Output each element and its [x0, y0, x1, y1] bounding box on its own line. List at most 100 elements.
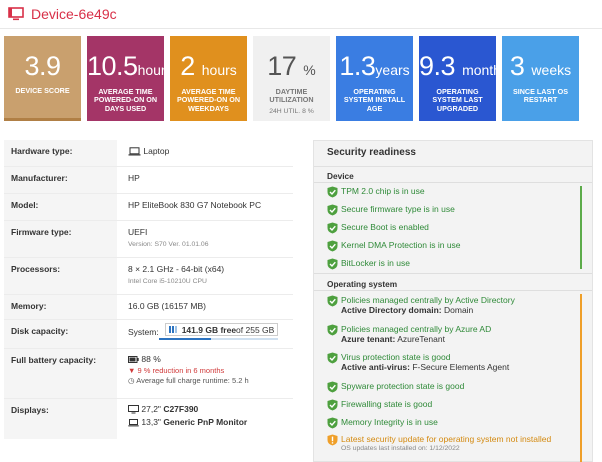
processor-model: Intel Core i5-10210U CPU: [128, 278, 207, 285]
tile-label: DEVICE SCORE: [15, 86, 70, 95]
list-item[interactable]: Spyware protection state is good: [314, 381, 576, 399]
tile-avg-time-weekdays[interactable]: 2 hours AVERAGE TIME POWERED-ON ON WEEKD…: [170, 36, 247, 121]
tile-os-last-upgraded[interactable]: 9.3 months OPERATING SYSTEM LAST UPGRADE…: [419, 36, 496, 121]
disk-fill: [158, 338, 212, 340]
table-row-displays: Displays: 27,2" C27F390 13,3" Generic Pn…: [4, 399, 293, 439]
page-title: Device-6e49c: [31, 6, 117, 22]
section-operating-system: Operating system: [327, 279, 398, 289]
score-bar: [4, 118, 81, 121]
list-item[interactable]: Firewalling state is good: [314, 399, 576, 417]
row-value: 16.0 GB (16157 MB): [128, 301, 206, 311]
row-label: Memory:: [4, 295, 117, 319]
device-checks: TPM 2.0 chip is in use Secure firmware t…: [314, 186, 576, 276]
disk-total: of 255 GB: [236, 324, 275, 335]
row-value: 8 × 2.1 GHz - 64-bit (x64): [128, 264, 225, 274]
tile-sublabel: 24H UTIL. 8 %: [269, 107, 314, 115]
tile-value: 3 weeks: [509, 51, 572, 81]
table-row-manufacturer: Manufacturer: HP: [4, 167, 293, 194]
battery-runtime: Average full charge runtime: 5.2 h: [136, 376, 249, 385]
display-2-size: 13,3": [141, 417, 161, 428]
table-row-processors: Processors: 8 × 2.1 GHz - 64-bit (x64) I…: [4, 258, 293, 295]
device-icon: [8, 7, 24, 21]
tile-device-score[interactable]: 3.9 DEVICE SCORE: [4, 36, 81, 121]
tile-value: 9.3 months: [419, 51, 496, 81]
os-checks: Policies managed centrally by Active Dir…: [314, 295, 576, 460]
row-value: Laptop: [143, 146, 170, 156]
battery-icon: [128, 356, 139, 364]
tile-value: 2 hours: [180, 51, 237, 81]
row-label: Manufacturer:: [4, 167, 117, 193]
list-item[interactable]: Policies managed centrally by Active Dir…: [314, 295, 576, 324]
disk-usage-bar[interactable]: 141.9 GB free of 255 GB: [158, 323, 279, 340]
hardware-table: Hardware type: Laptop Manufacturer: HP M…: [4, 140, 293, 439]
row-label: Firmware type:: [4, 221, 117, 257]
list-item[interactable]: Kernel DMA Protection is in use: [314, 240, 576, 258]
header-divider: [0, 28, 602, 29]
clock-icon: ◷: [128, 376, 135, 385]
disk-prefix: System:: [128, 326, 159, 337]
disk-fill-track: [158, 338, 279, 340]
tile-since-last-restart[interactable]: 3 weeks SINCE LAST OS RESTART: [502, 36, 579, 121]
check-shield-icon: [327, 381, 338, 393]
table-row-model: Model: HP EliteBook 830 G7 Notebook PC: [4, 194, 293, 221]
os-status-bar: [580, 294, 582, 462]
laptop-icon: [128, 419, 139, 427]
warning-shield-icon: [327, 434, 338, 446]
check-shield-icon: [327, 240, 338, 252]
trend-down-icon: ▼: [128, 366, 136, 375]
check-shield-icon: [327, 352, 338, 364]
check-shield-icon: [327, 295, 338, 307]
panel-title: Security readiness: [314, 141, 592, 167]
section-device: Device: [327, 171, 354, 181]
list-item[interactable]: Virus protection state is good Active an…: [314, 352, 576, 381]
list-item[interactable]: Memory Integrity is in use: [314, 417, 576, 434]
check-shield-icon: [327, 186, 338, 198]
list-item[interactable]: Policies managed centrally by Azure AD A…: [314, 324, 576, 352]
row-value: UEFI: [128, 227, 148, 237]
tile-value: 1.3years: [339, 51, 410, 81]
table-row-disk: Disk capacity: System: 141.9 GB free of …: [4, 320, 293, 349]
row-label: Hardware type:: [4, 140, 117, 166]
battery-capacity: 88 %: [141, 354, 161, 364]
tile-avg-time-days-used[interactable]: 10.5hours AVERAGE TIME POWERED-ON ON DAY…: [87, 36, 164, 121]
tile-label: OPERATING SYSTEM INSTALL AGE: [343, 87, 406, 113]
security-readiness-panel: Security readiness Device TPM 2.0 chip i…: [313, 140, 593, 462]
metric-tiles: 3.9 DEVICE SCORE 10.5hours AVERAGE TIME …: [4, 36, 579, 121]
page-header: Device-6e49c: [0, 0, 602, 28]
list-item[interactable]: Secure firmware type is in use: [314, 204, 576, 222]
row-value: HP: [128, 173, 140, 183]
check-shield-icon: [327, 399, 338, 411]
table-row-hardware-type: Hardware type: Laptop: [4, 140, 293, 167]
section-divider: [314, 273, 592, 274]
display-2-name: Generic PnP Monitor: [163, 417, 248, 428]
laptop-icon: [128, 147, 141, 156]
tile-value: 3.9: [24, 51, 61, 81]
check-shield-icon: [327, 222, 338, 234]
tile-value: 10.5hours: [87, 51, 164, 81]
check-shield-icon: [327, 204, 338, 216]
check-shield-icon: [327, 417, 338, 429]
tile-label: AVERAGE TIME POWERED-ON ON WEEKDAYS: [176, 87, 241, 113]
tile-value: 17 %: [267, 51, 316, 81]
tile-label: SINCE LAST OS RESTART: [512, 87, 569, 105]
display-1-name: C27F390: [163, 404, 199, 414]
list-item[interactable]: Secure Boot is enabled: [314, 222, 576, 240]
battery-reduction: 9 % reduction in 6 months: [137, 366, 225, 375]
disk-free: 141.9 GB free: [181, 324, 237, 335]
tile-os-install-age[interactable]: 1.3years OPERATING SYSTEM INSTALL AGE: [336, 36, 413, 121]
list-item[interactable]: TPM 2.0 chip is in use: [314, 186, 576, 204]
tile-daytime-utilization[interactable]: 17 % DAYTIME UTILIZATION 24H UTIL. 8 %: [253, 36, 330, 121]
tile-label: OPERATING SYSTEM LAST UPGRADED: [432, 87, 483, 113]
table-row-memory: Memory: 16.0 GB (16157 MB): [4, 295, 293, 320]
tile-label: AVERAGE TIME POWERED-ON ON DAYS USED: [93, 87, 158, 113]
device-status-bar: [580, 186, 582, 269]
section-divider: [314, 182, 592, 183]
list-item[interactable]: Latest security update for operating sys…: [314, 434, 576, 460]
row-label: Full battery capacity:: [4, 349, 117, 398]
row-label: Model:: [4, 194, 117, 220]
section-divider: [314, 290, 592, 291]
row-label: Processors:: [4, 258, 117, 294]
monitor-icon: [128, 405, 139, 414]
tile-label: DAYTIME UTILIZATION: [269, 87, 314, 105]
row-label: Displays:: [4, 399, 117, 439]
